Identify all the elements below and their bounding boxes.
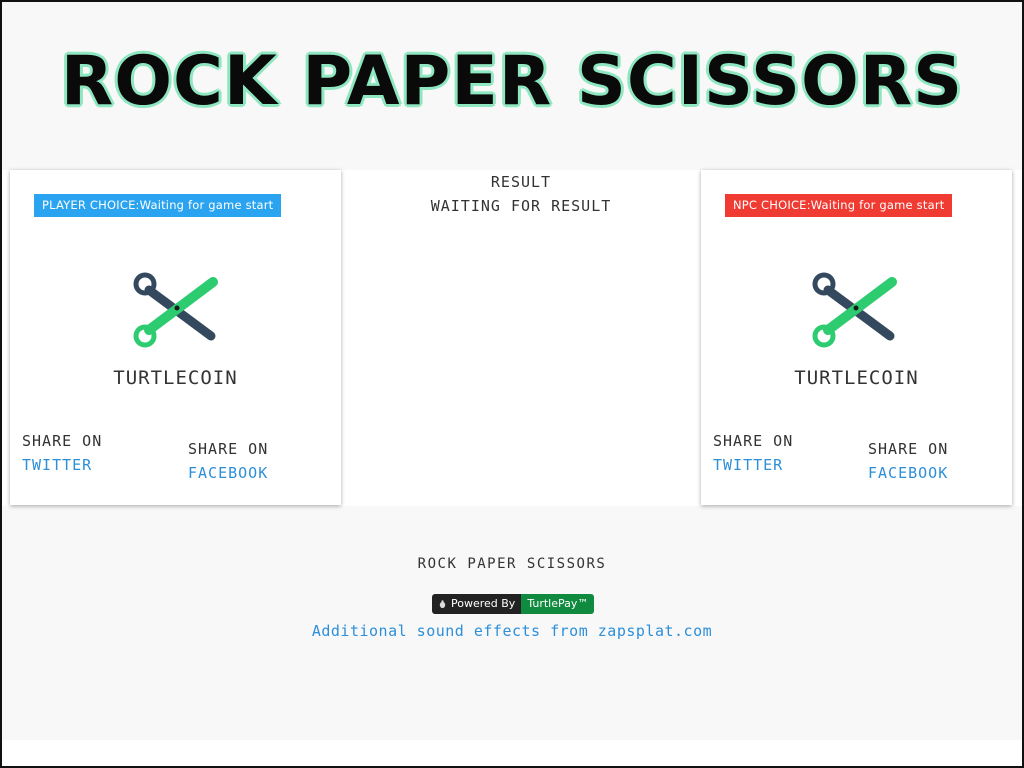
turtle-icon bbox=[439, 599, 446, 608]
twitter-share-link[interactable]: TWITTER bbox=[713, 453, 793, 477]
npc-choice-badge: NPC CHOICE:Waiting for game start bbox=[725, 194, 953, 217]
footer-title: ROCK PAPER SCISSORS bbox=[417, 556, 607, 572]
powered-by-segment: Powered By bbox=[432, 594, 522, 614]
share-label: SHARE ON bbox=[713, 432, 794, 450]
npc-coin-label: TURTLECOIN bbox=[794, 367, 919, 389]
player-share-twitter: SHARE ON TWITTER bbox=[22, 429, 102, 477]
sound-credit-link[interactable]: Additional sound effects from zapsplat.c… bbox=[0, 622, 1024, 640]
npc-share-facebook: SHARE ON FACEBOOK bbox=[868, 437, 948, 485]
npc-card: NPC CHOICE:Waiting for game start TURTLE… bbox=[701, 170, 1012, 505]
turtlepay-brand: TurtlePay™ bbox=[521, 594, 595, 614]
player-choice-badge: PLAYER CHOICE:Waiting for game start bbox=[34, 194, 282, 217]
share-label: SHARE ON bbox=[188, 440, 269, 458]
twitter-share-link[interactable]: TWITTER bbox=[22, 453, 102, 477]
page-title: ROCK PAPER SCISSORS bbox=[60, 42, 964, 121]
scissors-icon bbox=[812, 272, 897, 348]
result-label: RESULT bbox=[490, 173, 552, 191]
page-header: ROCK PAPER SCISSORS bbox=[2, 2, 1022, 171]
result-status: WAITING FOR RESULT bbox=[430, 197, 612, 215]
result-panel: RESULT WAITING FOR RESULT bbox=[360, 170, 682, 218]
player-share-facebook: SHARE ON FACEBOOK bbox=[188, 437, 268, 485]
npc-share-twitter: SHARE ON TWITTER bbox=[713, 429, 793, 477]
facebook-share-link[interactable]: FACEBOOK bbox=[188, 461, 268, 485]
powered-by-text: Powered By bbox=[451, 597, 516, 610]
bottom-strip bbox=[2, 740, 1022, 766]
share-label: SHARE ON bbox=[22, 432, 103, 450]
scissors-icon[interactable] bbox=[131, 270, 221, 350]
share-label: SHARE ON bbox=[868, 440, 949, 458]
player-coin-label: TURTLECOIN bbox=[113, 367, 238, 389]
player-card: PLAYER CHOICE:Waiting for game start TUR… bbox=[10, 170, 341, 505]
powered-by-badge[interactable]: Powered By TurtlePay™ bbox=[432, 594, 595, 614]
facebook-share-link[interactable]: FACEBOOK bbox=[868, 461, 948, 485]
